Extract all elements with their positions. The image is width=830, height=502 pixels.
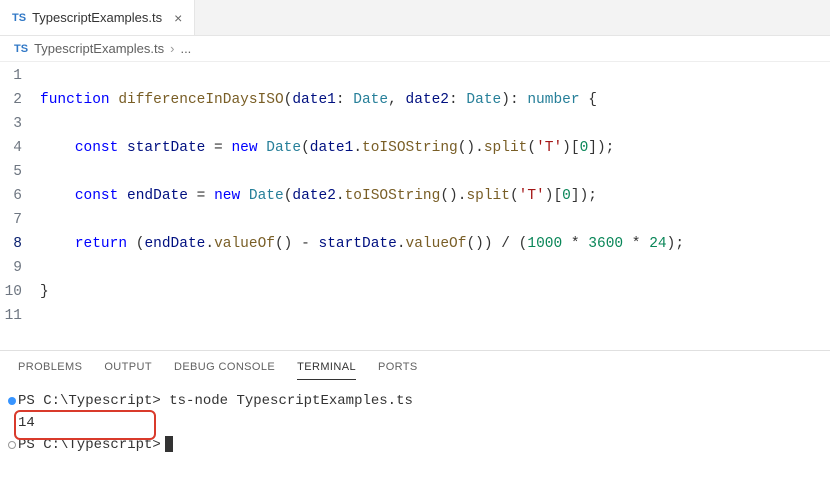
close-icon[interactable]: × (174, 10, 182, 26)
bottom-panel: PROBLEMS OUTPUT DEBUG CONSOLE TERMINAL P… (0, 350, 830, 502)
tab-terminal[interactable]: TERMINAL (297, 361, 356, 380)
breadcrumb-ellipsis: ... (180, 41, 191, 56)
ts-file-icon: TS (12, 12, 26, 24)
terminal-output: 14 (18, 412, 812, 434)
terminal-command: ts-node TypescriptExamples.ts (169, 393, 413, 409)
tab-problems[interactable]: PROBLEMS (18, 361, 82, 380)
terminal-prompt: PS C:\Typescript> (18, 437, 161, 453)
editor-tabbar: TS TypescriptExamples.ts × (0, 0, 830, 36)
terminal-prompt: PS C:\Typescript> (18, 393, 161, 409)
tab-ports[interactable]: PORTS (378, 361, 418, 380)
line-gutter: 1 2 3 4 5 6 7 8 9 10 11 (0, 64, 40, 350)
code-editor[interactable]: 1 2 3 4 5 6 7 8 9 10 11 function differe… (0, 62, 830, 350)
chevron-right-icon: › (170, 41, 174, 56)
cursor-icon (165, 436, 173, 452)
terminal[interactable]: PS C:\Typescript> ts-node TypescriptExam… (0, 380, 830, 466)
tab-output[interactable]: OUTPUT (104, 361, 152, 380)
tab-filename: TypescriptExamples.ts (32, 10, 162, 25)
file-tab[interactable]: TS TypescriptExamples.ts × (0, 0, 195, 35)
breadcrumb-filename: TypescriptExamples.ts (34, 41, 164, 56)
status-dot-icon (8, 397, 16, 405)
breadcrumb[interactable]: TS TypescriptExamples.ts › ... (0, 36, 830, 62)
status-dot-icon (8, 441, 16, 449)
panel-tabbar: PROBLEMS OUTPUT DEBUG CONSOLE TERMINAL P… (0, 351, 830, 380)
tab-debug-console[interactable]: DEBUG CONSOLE (174, 361, 275, 380)
code-area[interactable]: function differenceInDaysISO(date1: Date… (40, 64, 830, 350)
ts-file-icon: TS (14, 43, 28, 55)
